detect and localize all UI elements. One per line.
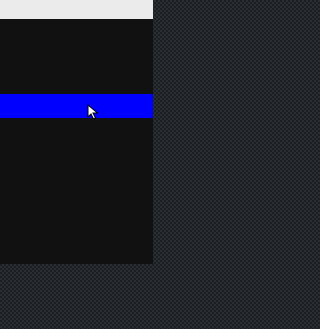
window-title-bar[interactable] xyxy=(0,0,153,19)
popup-window xyxy=(0,0,153,264)
menu-item-highlighted[interactable] xyxy=(0,94,153,118)
arrow-cursor-icon xyxy=(87,104,99,120)
desktop: { "window": { "title": "" }, "menu": { "… xyxy=(0,0,260,329)
menu-list xyxy=(0,19,153,264)
